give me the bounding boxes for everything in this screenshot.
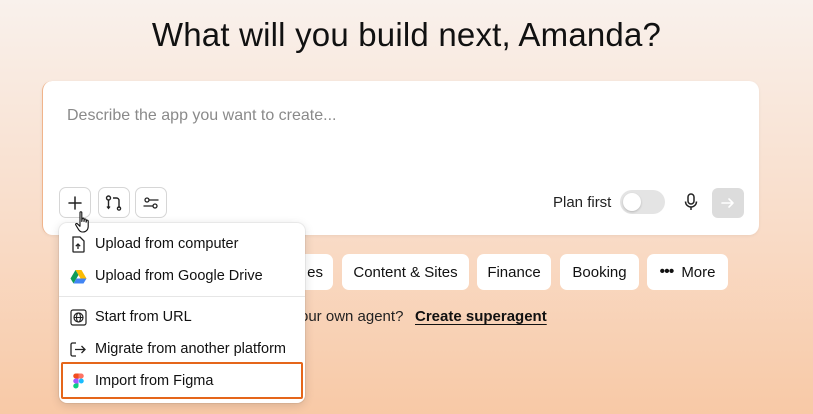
- create-superagent-link[interactable]: Create superagent: [415, 308, 547, 325]
- prompt-card: Plan first: [42, 81, 759, 235]
- highlight-box: [61, 362, 303, 399]
- settings-button[interactable]: [135, 187, 167, 218]
- send-button[interactable]: [712, 188, 744, 218]
- chip-finance[interactable]: Finance: [477, 254, 551, 290]
- flow-icon: [105, 194, 122, 211]
- menu-item-google-drive[interactable]: Upload from Google Drive: [59, 261, 305, 291]
- globe-icon: [69, 308, 87, 326]
- chip-label: Booking: [572, 263, 627, 281]
- migrate-icon: [69, 340, 87, 358]
- toggle-knob: [623, 193, 641, 211]
- plan-first-toggle[interactable]: [620, 190, 665, 214]
- chip-label: Content & Sites: [353, 263, 458, 281]
- chip-label: More: [681, 263, 716, 281]
- flow-button[interactable]: [98, 187, 130, 218]
- sliders-icon: [143, 196, 159, 209]
- chip-label: es: [307, 263, 323, 281]
- menu-item-start-url[interactable]: Start from URL: [59, 302, 305, 332]
- file-upload-icon: [69, 235, 87, 253]
- google-drive-icon: [69, 267, 87, 285]
- menu-item-migrate[interactable]: Migrate from another platform: [59, 334, 305, 364]
- menu-item-upload-computer[interactable]: Upload from computer: [59, 229, 305, 259]
- plus-icon: [68, 195, 82, 210]
- menu-item-label: Upload from Google Drive: [95, 268, 263, 284]
- menu-item-label: Migrate from another platform: [95, 341, 286, 357]
- menu-item-label: Upload from computer: [95, 236, 239, 252]
- chip-more[interactable]: ••• More: [647, 254, 728, 290]
- hand-cursor-icon: [75, 211, 89, 233]
- chip-label: Finance: [487, 263, 541, 281]
- chip-content-sites[interactable]: Content & Sites: [342, 254, 469, 290]
- footer-text: our own agent?: [300, 308, 404, 325]
- menu-divider: [59, 296, 305, 297]
- prompt-input[interactable]: [67, 103, 727, 129]
- chip-booking[interactable]: Booking: [560, 254, 639, 290]
- microphone-icon[interactable]: [683, 193, 699, 211]
- plan-first-label: Plan first: [553, 194, 612, 211]
- ellipsis-icon: •••: [659, 263, 675, 280]
- arrow-right-icon: [721, 198, 734, 208]
- menu-item-label: Start from URL: [95, 309, 192, 325]
- page-title: What will you build next, Amanda?: [151, 16, 662, 53]
